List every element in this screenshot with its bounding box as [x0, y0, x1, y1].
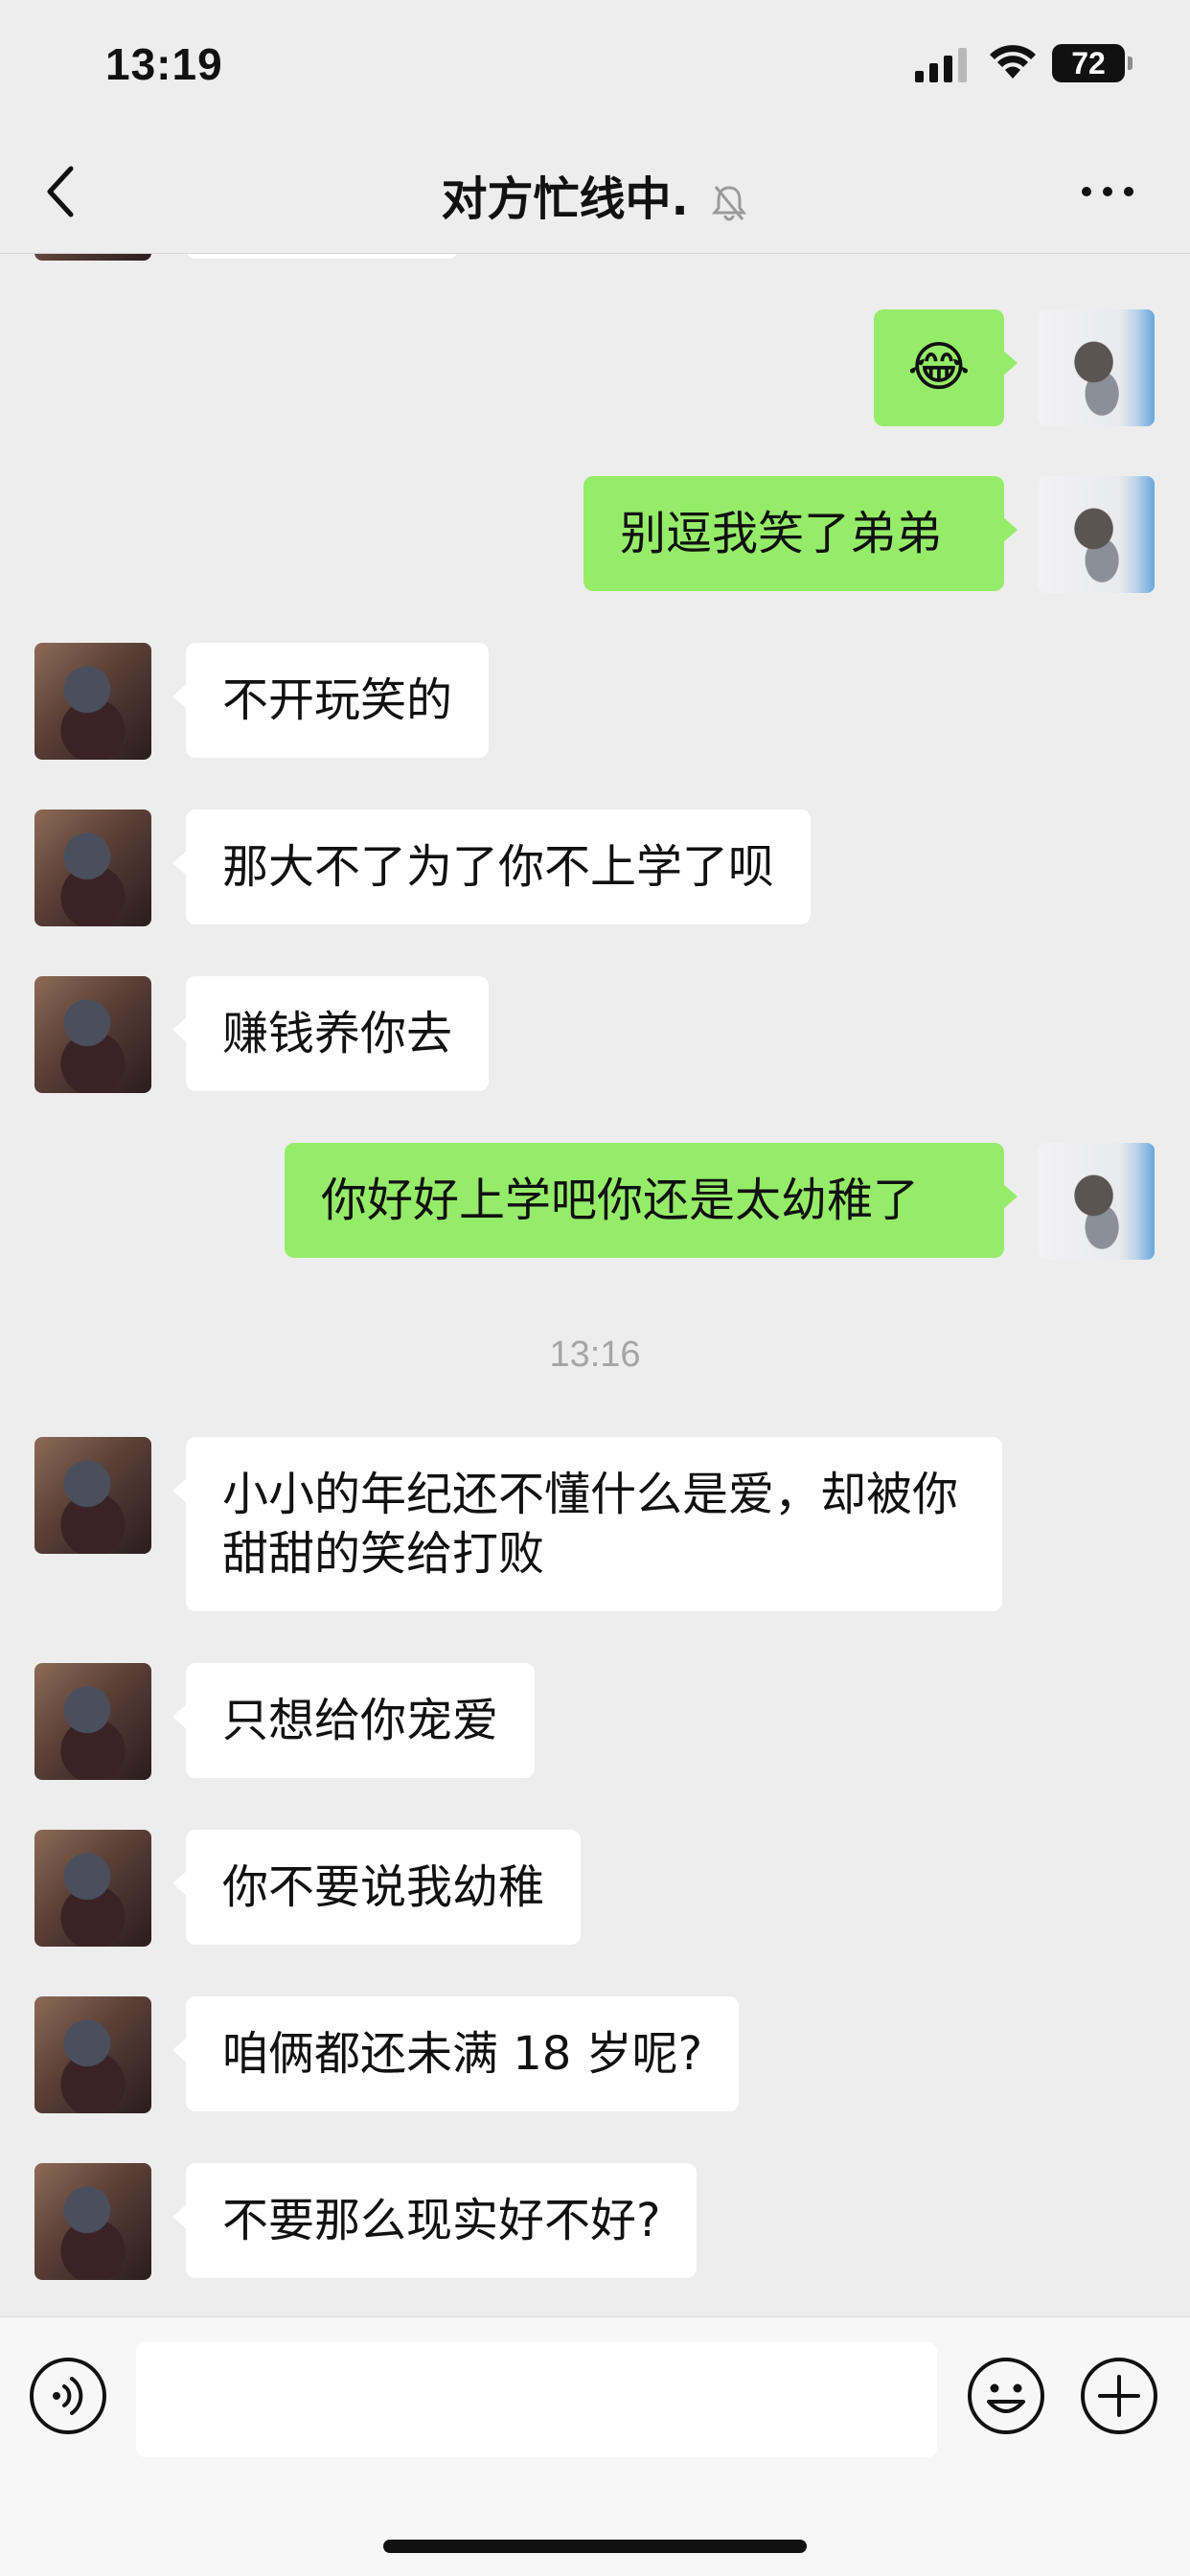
top-bar: 13:19 72 对方忙线中. — [0, 0, 1190, 254]
message-bubble-other[interactable]: 咱俩都还未满 18 岁呢? — [172, 1996, 740, 2111]
voice-input-icon[interactable] — [28, 2356, 108, 2436]
plus-icon[interactable] — [1079, 2356, 1159, 2436]
message-input[interactable] — [136, 2342, 937, 2457]
avatar-self[interactable] — [1038, 309, 1155, 426]
home-indicator — [383, 2540, 807, 2553]
avatar-self[interactable] — [1038, 476, 1155, 593]
avatar-other[interactable] — [34, 976, 151, 1093]
more-options-icon[interactable] — [1079, 172, 1136, 211]
chat-title-row: 对方忙线中. — [0, 161, 1190, 228]
avatar-other[interactable] — [34, 1663, 151, 1780]
avatar-other[interactable] — [34, 2163, 151, 2280]
avatar-other[interactable] — [34, 1437, 151, 1554]
message-bubble-other[interactable]: 赚钱养你去 — [172, 976, 490, 1091]
message-bubble-self[interactable]: 别逗我笑了弟弟 — [584, 476, 1018, 591]
laughing-crying-emoji: 😂 — [907, 336, 971, 399]
input-bar — [0, 2316, 1190, 2576]
message-bubble-other[interactable]: 不开玩笑的 — [172, 643, 490, 758]
message-bubble-self[interactable]: 你好好上学吧你还是太幼稚了 — [285, 1143, 1018, 1258]
avatar-other[interactable] — [34, 1830, 151, 1947]
message-bubble-other[interactable]: 你不要说我幼稚 — [172, 1830, 582, 1945]
message-bubble-other[interactable]: 只想给你宠爱 — [172, 1663, 536, 1778]
chat-timestamp: 13:16 — [549, 1334, 641, 1375]
avatar-other[interactable] — [34, 1996, 151, 2113]
message-bubble-other[interactable]: 不要那么现实好不好? — [172, 2163, 698, 2278]
message-bubble-other[interactable]: 那大不了为了你不上学了呗 — [172, 809, 812, 924]
muted-bell-icon — [712, 186, 747, 221]
message-bubble-self[interactable]: 😂 — [874, 309, 1018, 426]
avatar-self[interactable] — [1038, 1143, 1155, 1260]
message-bubble-other[interactable]: 小小的年纪还不懂什么是爱，却被你甜甜的笑给打败 — [172, 1437, 1002, 1611]
emoji-icon[interactable] — [966, 2356, 1046, 2436]
wifi-icon — [990, 45, 1036, 79]
avatar-other[interactable] — [34, 643, 151, 760]
status-time: 13:19 — [105, 39, 223, 89]
chat-title: 对方忙线中. — [441, 172, 689, 226]
cellular-signal-icon — [915, 48, 967, 82]
chat-area[interactable]: 😂 别逗我笑了弟弟 不开玩笑的 那大不了为了你不上学了呗 赚钱养你去 你好好上学… — [0, 0, 1190, 2316]
battery-level: 72 — [1052, 44, 1133, 82]
avatar-other[interactable] — [34, 809, 151, 926]
